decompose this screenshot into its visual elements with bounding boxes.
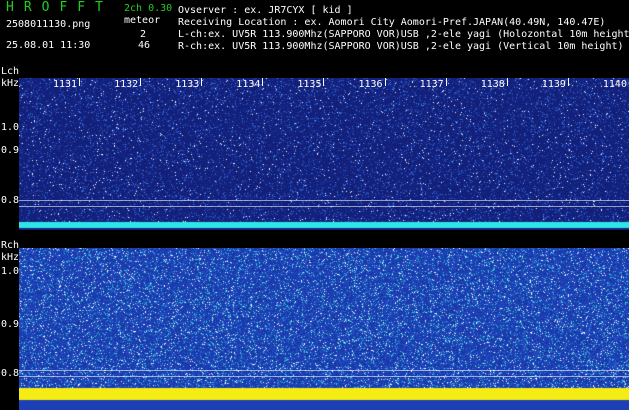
rch-unit: kHz xyxy=(1,252,20,263)
minute-label: 1132 xyxy=(114,79,139,90)
lch-spectrogram-canvas xyxy=(19,78,629,230)
minute-gridline xyxy=(79,78,80,86)
minute-gridline xyxy=(140,78,142,86)
lch-grid-line xyxy=(19,200,629,201)
minute-label: 1137 xyxy=(419,79,444,90)
filename-label: 2508011130.png xyxy=(6,19,91,30)
minute-label: 1135 xyxy=(297,79,322,90)
minute-label: 1139 xyxy=(541,79,566,90)
rch-grid-line xyxy=(19,376,629,377)
minute-gridline xyxy=(262,78,264,86)
rch-spectrogram xyxy=(19,248,629,410)
minute-gridline xyxy=(567,78,569,86)
minute-label: 1136 xyxy=(358,79,383,90)
lch-unit: kHz xyxy=(1,78,20,89)
rch-tick-0-9: 0.9 xyxy=(1,319,20,330)
rch-grid-line xyxy=(19,370,629,371)
minute-gridline xyxy=(506,78,508,86)
minute-gridline xyxy=(384,78,386,86)
app-brand: HROFFT xyxy=(6,0,113,15)
minute-label: 1140 xyxy=(602,79,627,90)
minute-gridline xyxy=(323,78,325,86)
rch-info-line: R-ch:ex. UV5R 113.900Mhz(SAPPORO VOR)USB… xyxy=(178,41,624,52)
observer-line: Ovserver : ex. JR7CYX [ kid ] xyxy=(178,5,353,16)
lch-tick-1-0: 1.0 xyxy=(1,122,20,133)
lch-spectrogram: 1131 1132 1133 1134 1135 1136 1137 1138 1139 1140 xyxy=(19,78,629,230)
minute-label: 1133 xyxy=(175,79,200,90)
location-line: Receiving Location : ex. Aomori City Aom… xyxy=(178,17,606,28)
meteor-label: meteor xyxy=(124,15,161,26)
minute-label: 1138 xyxy=(480,79,505,90)
rch-tick-1-0: 1.0 xyxy=(1,266,20,277)
minute-gridline xyxy=(201,78,203,86)
lch-tick-0-8: 0.8 xyxy=(1,195,20,206)
minute-gridline xyxy=(445,78,447,86)
rch-tick-0-8: 0.8 xyxy=(1,368,20,379)
minute-label: 1131 xyxy=(53,79,78,90)
lch-tick-0-9: 0.9 xyxy=(1,145,20,156)
datetime-label: 25.08.01 11:30 xyxy=(6,40,91,51)
rch-label: Rch xyxy=(1,240,20,251)
minute-label: 1134 xyxy=(236,79,261,90)
version-label: 2ch 0.30 xyxy=(124,3,173,14)
lch-grid-line xyxy=(19,206,629,207)
lch-label: Lch xyxy=(1,66,20,77)
meteor-count-r: 46 xyxy=(138,40,151,51)
rch-spectrogram-canvas xyxy=(19,248,629,410)
hrofft-window: HROFFT 2ch 0.30 2508011130.png meteor 2 … xyxy=(0,0,629,410)
lch-info-line: L-ch:ex. UV5R 113.900Mhz(SAPPORO VOR)USB… xyxy=(178,29,629,40)
